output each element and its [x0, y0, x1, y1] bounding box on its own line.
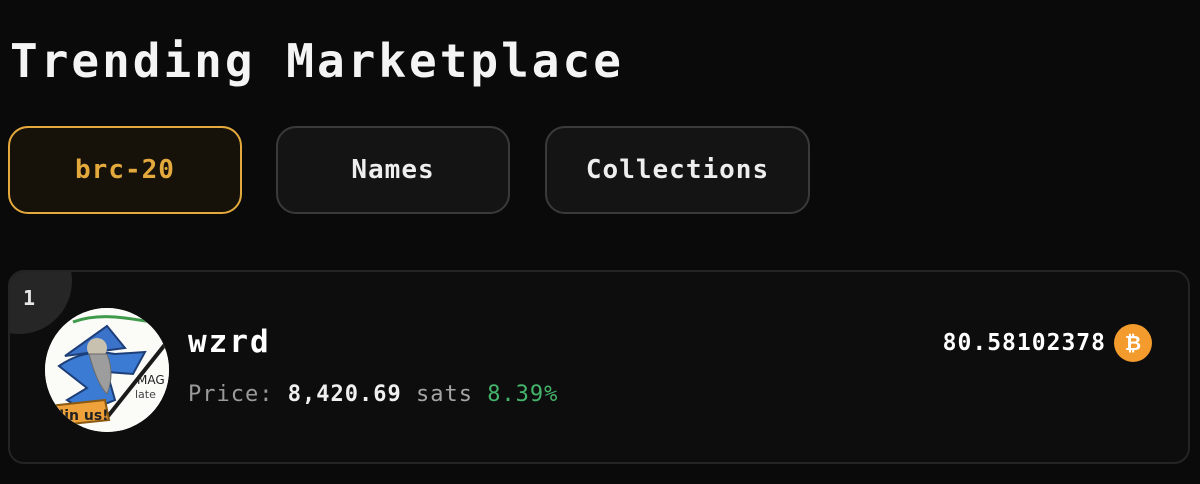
- volume-value: 80.58102378: [942, 330, 1106, 356]
- rank-number: 1: [23, 286, 36, 310]
- svg-text:Jin us!: Jin us!: [58, 408, 109, 424]
- svg-text:late: late: [135, 388, 156, 401]
- tab-collections[interactable]: Collections: [545, 126, 810, 214]
- price-line: Price: 8,420.69 sats 8.39%: [188, 382, 558, 407]
- wizard-token-avatar: MAG late Jin us!: [45, 308, 169, 432]
- tab-brc-20[interactable]: brc-20: [8, 126, 242, 214]
- token-name[interactable]: wzrd: [188, 324, 271, 360]
- svg-text:MAG: MAG: [137, 373, 165, 387]
- volume-display: 80.58102378 ₿: [943, 324, 1152, 362]
- bitcoin-icon: ₿: [1114, 324, 1152, 362]
- price-change: 8.39%: [487, 382, 559, 407]
- rank-badge: [10, 272, 72, 334]
- page-title: Trending Marketplace: [10, 34, 624, 88]
- price-label: Price:: [188, 382, 274, 407]
- price-unit: sats: [415, 382, 473, 407]
- price-value: 8,420.69: [287, 382, 402, 407]
- tab-names[interactable]: Names: [276, 126, 510, 214]
- trending-item-card[interactable]: 1 MAG late Jin us! wzrd Price: 8,420.69 …: [8, 270, 1190, 464]
- svg-text:₿: ₿: [1125, 331, 1141, 355]
